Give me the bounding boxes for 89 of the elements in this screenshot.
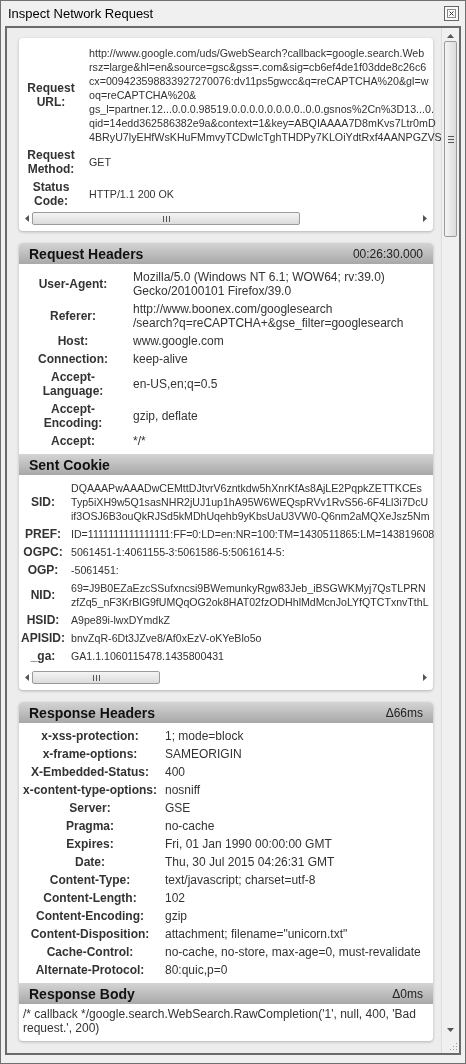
field-label: OGPC: [23, 545, 63, 559]
field-label: Content-Length: [42, 891, 138, 905]
field-label: HSID: [26, 613, 60, 627]
field-label: Alternate-Protocol: [34, 963, 146, 977]
field-value: bnvZqR-6Dt3JZve8/Af0xEzV-oKYeBlo5o [71, 631, 262, 645]
field-label: Expires: [65, 837, 115, 851]
scroll-left-icon[interactable] [25, 215, 30, 222]
section-timing: Δ66ms [385, 705, 423, 720]
section-timing: Δ0ms [392, 986, 423, 1001]
field-label: Cache-Control: [45, 945, 135, 959]
field-label: Accept-Language: [41, 370, 105, 398]
field-label: Content-Encoding: [35, 909, 145, 923]
field-label: x-content-type-options: [23, 783, 157, 797]
section-title: Response Body [29, 985, 135, 1002]
scroll-right-icon[interactable] [422, 215, 427, 222]
scroll-right-icon[interactable] [422, 674, 427, 681]
field-label: SID: [31, 495, 55, 509]
field-value: -5061451: [71, 563, 119, 577]
field-value: keep-alive [133, 352, 188, 366]
section-title: Response Headers [29, 704, 156, 721]
vertical-scrollbar[interactable] [441, 28, 459, 1053]
field-value: 400 [165, 765, 186, 779]
scroll-left-icon[interactable] [25, 674, 30, 681]
grip-icon [162, 215, 170, 222]
field-value: */* [133, 434, 146, 448]
field-value: 5061451-1:4061155-3:5061586-5:5061614-5: [71, 545, 285, 559]
field-value: GA1.1.1060115478.1435800431 [71, 649, 224, 663]
field-value: http://www.google.com/uds/GwebSearch?callback=google.search.Web rsz=large&hl=en&source=gsc&gss=.com&sig=cb6ef4de1f03dde8c26c6 cx=009423598833927270076:dv11ps5gwcc&q=reCAPTCHA%20&gl=w oq=reCAPTCHA%20& gs_l=partner.12...0.0.0.98519.0.0.0.0.0.0.0.0..0.0.gsnos%2Cn%3D13...0. qid=14edd362586382e9a&context=1&key=ABQIAAAA7D8mKvs7Ltr0mD 4BRyU7lyEHfWsKHuFMmvyTCDwlcTghTHDPy7KLOiYdtRxf4AANPGZVS [89, 46, 442, 144]
field-value: 102 [165, 891, 186, 905]
field-label: Date: [74, 855, 106, 869]
field-value: DQAAAPwAAADwCEMttDJtvrV6zntkdw5hXnrKfAs8AjLE2PqpkZETTKCEs Typ5iXH9w5Q1sasNHR2jUJ1up1hA95W6WEQspRVv1RvS56-6F4Ll3i7DcU if3OSJ6B3ouQkRJSd5kMDhUqehb9yKbsUaU3VW0-Q6nm2aMQXeJsz5Nm [71, 481, 430, 523]
field-label: Accept: [50, 434, 96, 448]
field-label: APISID: [21, 631, 65, 645]
field-label: Request URL: [26, 81, 76, 109]
field-label: X-Embedded-Status: [30, 765, 150, 779]
field-value: 80:quic,p=0 [165, 963, 228, 977]
field-label: OGP: [27, 563, 59, 577]
section-title: Sent Cookie [29, 456, 110, 473]
grip-icon [447, 135, 454, 143]
field-label: PREF: [25, 527, 61, 541]
field-label: Content-Type: [48, 873, 132, 887]
field-label: _ga: [30, 649, 56, 663]
field-value: no-cache, no-store, max-age=0, must-revalidate [165, 945, 421, 959]
field-label: Connection: [37, 352, 109, 366]
field-label: Accept-Encoding: [42, 402, 104, 430]
field-label: Status Code: [31, 180, 71, 208]
resize-grip-icon[interactable] [449, 1042, 458, 1051]
field-value: HTTP/1.1 200 OK [89, 187, 174, 201]
field-label: x-xss-protection: [40, 729, 140, 743]
field-value: 1; mode=block [165, 729, 244, 743]
close-button[interactable] [444, 6, 459, 21]
field-value: Thu, 30 Jul 2015 04:26:31 GMT [165, 855, 335, 869]
field-value: GSE [165, 801, 191, 815]
field-value: attachment; filename="unicorn.txt" [165, 927, 348, 941]
section-title: Request Headers [29, 245, 144, 262]
field-value: GET [89, 155, 111, 169]
field-label: User-Agent: [37, 277, 109, 291]
field-value: 69=J9B0EZaEzcSSufxncsi9BWemunkyRgw83Jeb_iBSGWKMyj7QsTLPRN zfZq5_nF3KrBlG9fUMQqOG2ok8HAT02fzODHhlMdMcnJoLYfQTCTxnvTthL [71, 581, 429, 609]
field-value: gzip [165, 909, 187, 923]
close-icon [447, 9, 456, 18]
field-value: www.google.com [133, 334, 224, 348]
scroll-up-icon[interactable] [447, 34, 454, 39]
response-body-text: /* callback */google.search.WebSearch.RawCompletion('1', null, 400, 'Bad request.', 200) [22, 1006, 417, 1037]
field-label: Pragma: [65, 819, 115, 833]
section-timing: 00:26:30.000 [352, 246, 423, 261]
field-value: no-cache [165, 819, 215, 833]
field-value: Fri, 01 Jan 1990 00:00:00 GMT [165, 837, 332, 851]
window-title: Inspect Network Request [8, 6, 154, 21]
scrollbar-thumb[interactable] [32, 671, 160, 684]
field-value: Mozilla/5.0 (Windows NT 6.1; WOW64; rv:39.0) Gecko/20100101 Firefox/39.0 [133, 270, 385, 298]
field-label: NID: [30, 588, 56, 602]
field-value: text/javascript; charset=utf-8 [165, 873, 316, 887]
scrollbar-thumb[interactable] [32, 212, 300, 225]
grip-icon [92, 674, 100, 681]
field-value: A9pe89i-lwxDYmdkZ [71, 613, 170, 627]
field-label: x-frame-options: [41, 747, 139, 761]
field-label: Server: [68, 801, 112, 815]
scrollbar-thumb[interactable] [444, 41, 457, 237]
field-value: SAMEORIGIN [165, 747, 242, 761]
field-label: Host: [56, 334, 90, 348]
field-label: Referer: [49, 309, 97, 323]
field-value: gzip, deflate [133, 409, 198, 423]
scroll-down-icon[interactable] [447, 1027, 454, 1032]
field-value: nosniff [165, 783, 201, 797]
field-label: Content-Disposition: [29, 927, 151, 941]
field-value: ID=1111111111111111:FF=0:LD=en:NR=100:TM=1430511865:LM=143819608 [71, 527, 435, 541]
field-value: en-US,en;q=0.5 [133, 377, 218, 391]
field-value: http://www.boonex.com/googlesearch /search?q=reCAPTCHA+&gse_filter=googlesearch [133, 302, 404, 330]
field-label: Request Method: [26, 148, 76, 176]
